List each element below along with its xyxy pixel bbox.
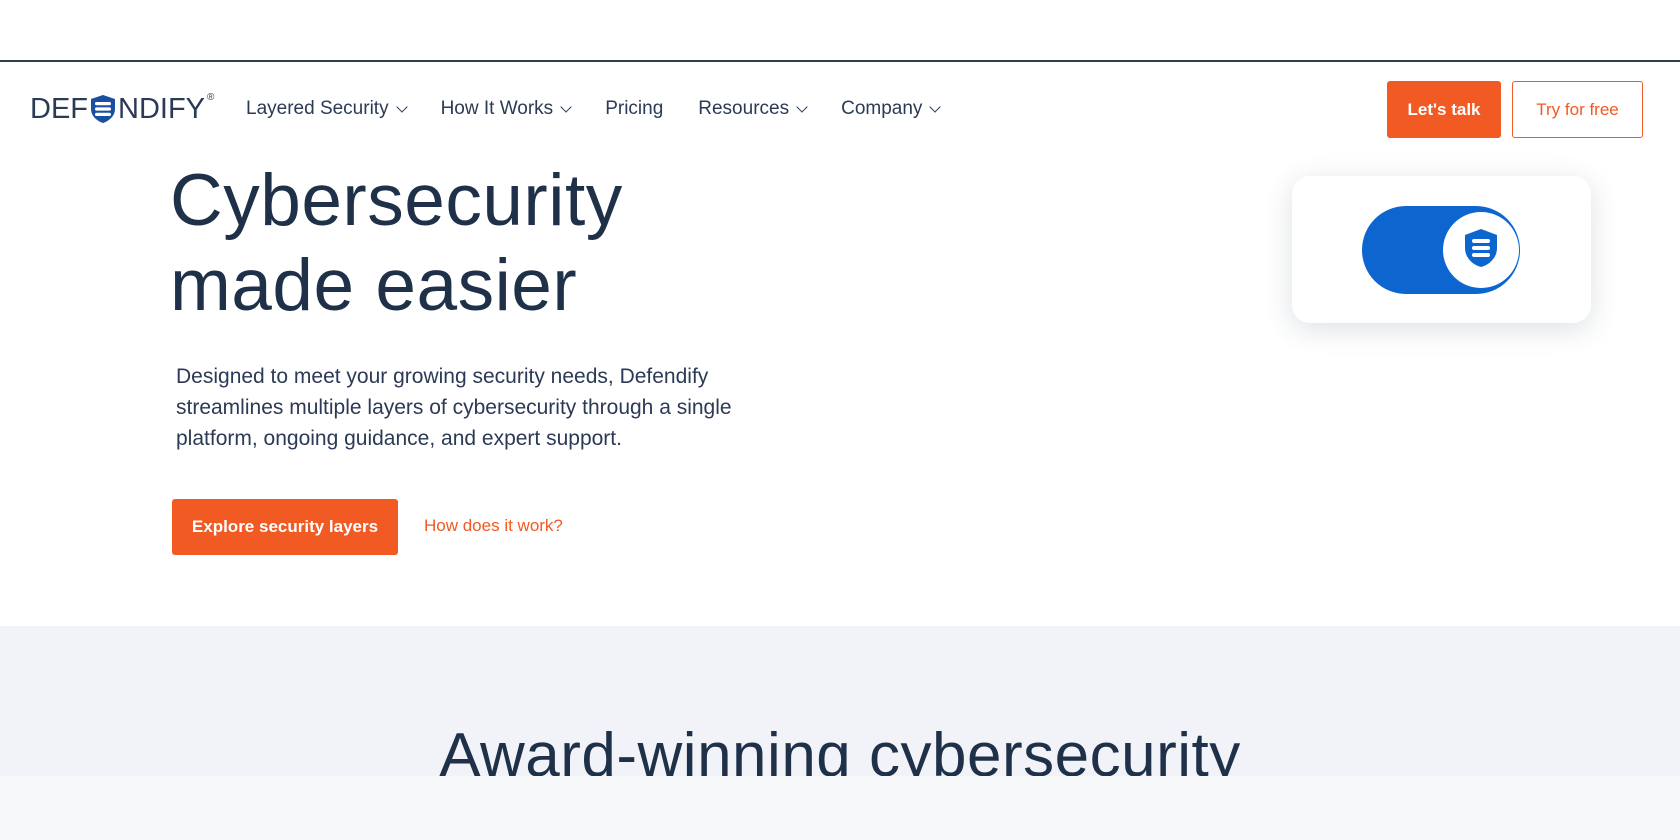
try-for-free-button[interactable]: Try for free: [1512, 81, 1643, 138]
nav-item-label: Resources: [698, 98, 790, 119]
brand-logo[interactable]: DEF NDIFY ®: [30, 92, 214, 126]
toggle-knob: [1443, 212, 1519, 288]
nav-item-layered-security[interactable]: Layered Security: [246, 98, 408, 120]
nav-item-label: How It Works: [440, 98, 554, 119]
explore-security-layers-button[interactable]: Explore security layers: [172, 499, 398, 555]
hero-title-line-1: Cybersecurity: [170, 160, 623, 241]
shield-icon: [1459, 226, 1503, 275]
logo-text-right: NDIFY: [118, 92, 205, 125]
page: DEF NDIFY ® Layered Security How It Work…: [0, 0, 1680, 840]
how-does-it-work-link[interactable]: How does it work?: [424, 516, 563, 536]
main-nav: Layered Security How It Works Pricing Re…: [246, 98, 974, 120]
nav-item-label: Layered Security: [246, 98, 389, 119]
nav-item-label: Company: [841, 98, 923, 119]
awards-heading: Award-winning cybersecurity: [439, 721, 1241, 776]
chevron-down-icon: [560, 100, 572, 113]
nav-item-resources[interactable]: Resources: [698, 98, 808, 120]
hero-title: Cybersecurity made easier: [170, 158, 623, 328]
nav-item-pricing[interactable]: Pricing: [605, 98, 663, 120]
bottom-area: [0, 776, 1680, 840]
shield-logo-icon: [89, 94, 117, 124]
chevron-down-icon: [929, 100, 942, 113]
logo-text-left: DEF: [30, 92, 88, 125]
hero-title-line-2: made easier: [170, 245, 578, 326]
nav-item-how-it-works[interactable]: How It Works: [440, 98, 572, 120]
security-toggle[interactable]: [1362, 206, 1520, 294]
nav-item-company[interactable]: Company: [841, 98, 942, 120]
site-header: DEF NDIFY ® Layered Security How It Work…: [0, 62, 1680, 158]
hero-description: Designed to meet your growing security n…: [176, 365, 732, 450]
registered-mark: ®: [207, 92, 215, 103]
awards-section: Award-winning cybersecurity: [0, 626, 1680, 776]
chevron-down-icon: [796, 100, 808, 113]
lets-talk-button[interactable]: Let's talk: [1387, 81, 1501, 138]
top-margin: [0, 0, 1680, 60]
nav-item-label: Pricing: [605, 98, 664, 119]
toggle-card: [1292, 176, 1591, 323]
chevron-down-icon: [395, 100, 408, 113]
